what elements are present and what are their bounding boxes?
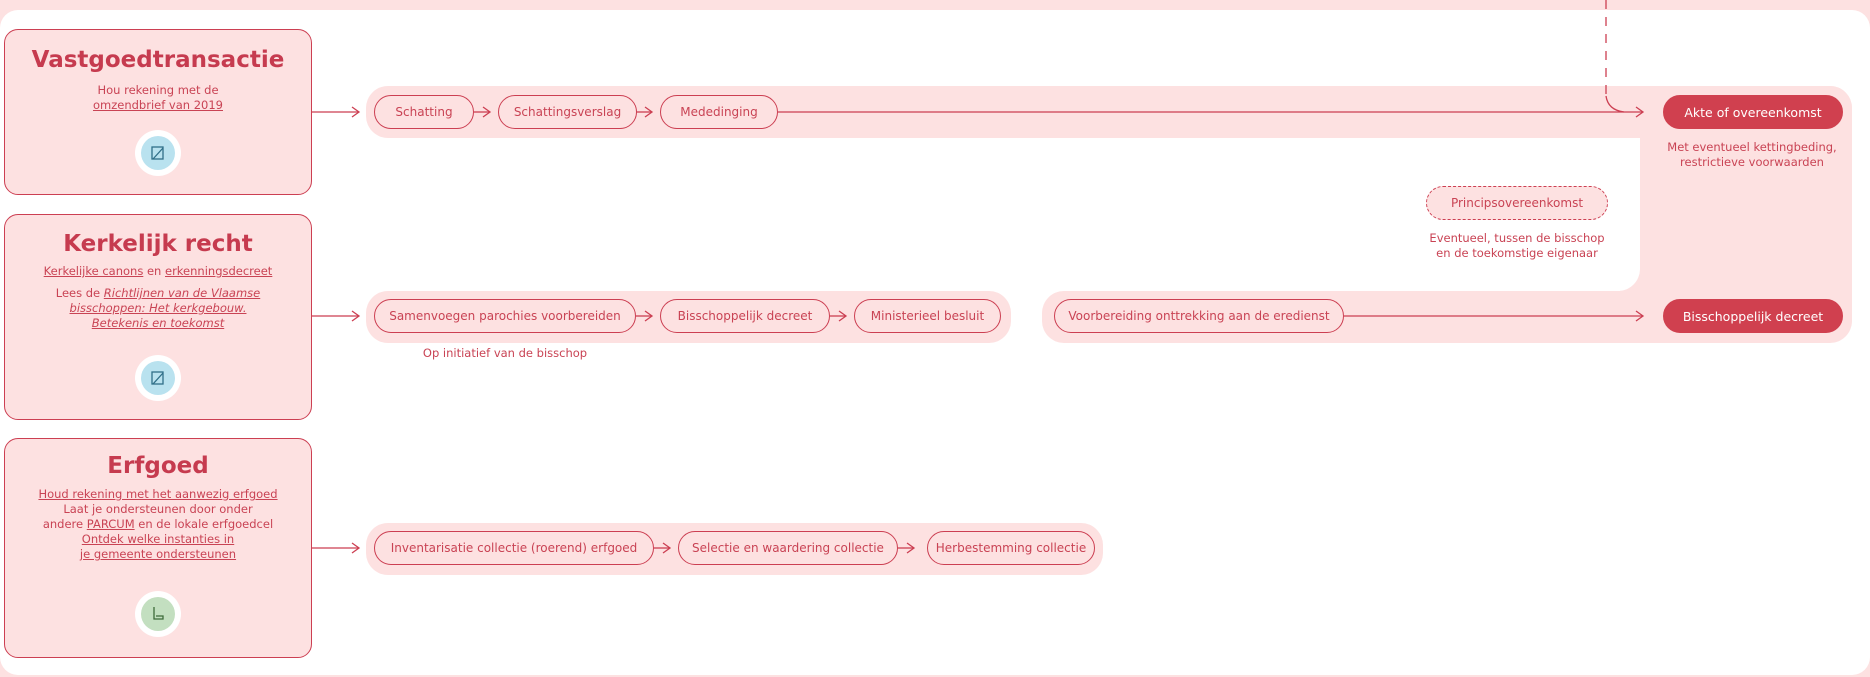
card-kerkelijk-recht: Kerkelijk recht Kerkelijke canons en erk… [4, 214, 312, 420]
principsovereenkomst[interactable]: Principsovereenkomst [1426, 186, 1608, 220]
card-line: andere PARCUM en de lokale erfgoedcel [5, 517, 311, 532]
icon-badge [135, 591, 181, 637]
step-schattingsverslag[interactable]: Schattingsverslag [498, 95, 637, 129]
card-line: Kerkelijke canons en erkenningsdecreet [5, 264, 311, 279]
initiatief-note: Op initiatief van de bisschop [422, 346, 588, 360]
chair-icon [141, 597, 175, 631]
erkenningsdecreet-link[interactable]: erkenningsdecreet [165, 264, 272, 278]
card-text: Kerkelijke canons en erkenningsdecreet L… [5, 264, 311, 331]
card-line: Hou rekening met de [97, 83, 219, 97]
step-inventarisatie-collectie[interactable]: Inventarisatie collectie (roerend) erfgo… [374, 531, 654, 565]
akte-note-line: Met eventueel kettingbeding, [1667, 140, 1837, 154]
card-title: Erfgoed [107, 453, 209, 479]
akte-note-line: restrictieve voorwaarden [1680, 155, 1824, 169]
icon-badge [135, 130, 181, 176]
lees-prefix: Lees de [55, 286, 104, 300]
card-title: Kerkelijk recht [63, 231, 253, 257]
akte-note: Met eventueel kettingbeding, restrictiev… [1652, 140, 1852, 170]
step-schatting[interactable]: Schatting [374, 95, 474, 129]
line3-suffix: en de lokale erfgoedcel [134, 517, 274, 531]
aanwezig-erfgoed-link[interactable]: Houd rekening met het aanwezig erfgoed [5, 487, 311, 502]
kerkelijke-canons-link[interactable]: Kerkelijke canons [44, 264, 144, 278]
omzendbrief-link[interactable]: omzendbrief van 2019 [5, 98, 311, 113]
icon-badge [135, 355, 181, 401]
step-bisschoppelijk-decreet-a[interactable]: Bisschoppelijk decreet [660, 299, 830, 333]
step-samenvoegen-parochies[interactable]: Samenvoegen parochies voorbereiden [374, 299, 636, 333]
parcum-link[interactable]: PARCUM [87, 517, 135, 531]
card-vastgoedtransactie: Vastgoedtransactie Hou rekening met de o… [4, 29, 312, 195]
document-pen-icon [141, 361, 175, 395]
card-line-mid: en [143, 264, 165, 278]
document-pen-icon [141, 136, 175, 170]
principle-note-line: en de toekomstige eigenaar [1436, 246, 1598, 260]
step-voorbereiding-onttrekking[interactable]: Voorbereiding onttrekking aan de eredien… [1054, 299, 1344, 333]
card-erfgoed: Erfgoed Houd rekening met het aanwezig e… [4, 438, 312, 658]
card-line: Lees de Richtlijnen van de Vlaamse [5, 286, 311, 301]
principle-note-line: Eventueel, tussen de bisschop [1429, 231, 1605, 245]
step-bisschoppelijk-decreet-b[interactable]: Bisschoppelijk decreet [1663, 299, 1843, 333]
richtlijnen-link[interactable]: Richtlijnen van de Vlaamse [104, 286, 260, 300]
line3-prefix: andere [42, 517, 87, 531]
step-herbestemming-collectie[interactable]: Herbestemming collectie [927, 531, 1095, 565]
card-line: Laat je ondersteunen door onder [63, 502, 253, 516]
step-ministerieel-besluit[interactable]: Ministerieel besluit [854, 299, 1001, 333]
principle-note: Eventueel, tussen de bisschop en de toek… [1407, 231, 1627, 261]
card-text: Houd rekening met het aanwezig erfgoed L… [5, 487, 311, 562]
richtlijnen-link-2[interactable]: bisschoppen: Het kerkgebouw. [5, 301, 311, 316]
step-mededinging[interactable]: Mededinging [660, 95, 778, 129]
step-akte-of-overeenkomst[interactable]: Akte of overeenkomst [1663, 95, 1843, 129]
card-title: Vastgoedtransactie [31, 47, 285, 73]
instanties-link-2[interactable]: je gemeente ondersteunen [5, 547, 311, 562]
instanties-link[interactable]: Ontdek welke instanties in [5, 532, 311, 547]
card-text: Hou rekening met de omzendbrief van 2019 [5, 83, 311, 113]
richtlijnen-link-3[interactable]: Betekenis en toekomst [5, 316, 311, 331]
step-selectie-waardering[interactable]: Selectie en waardering collectie [678, 531, 898, 565]
